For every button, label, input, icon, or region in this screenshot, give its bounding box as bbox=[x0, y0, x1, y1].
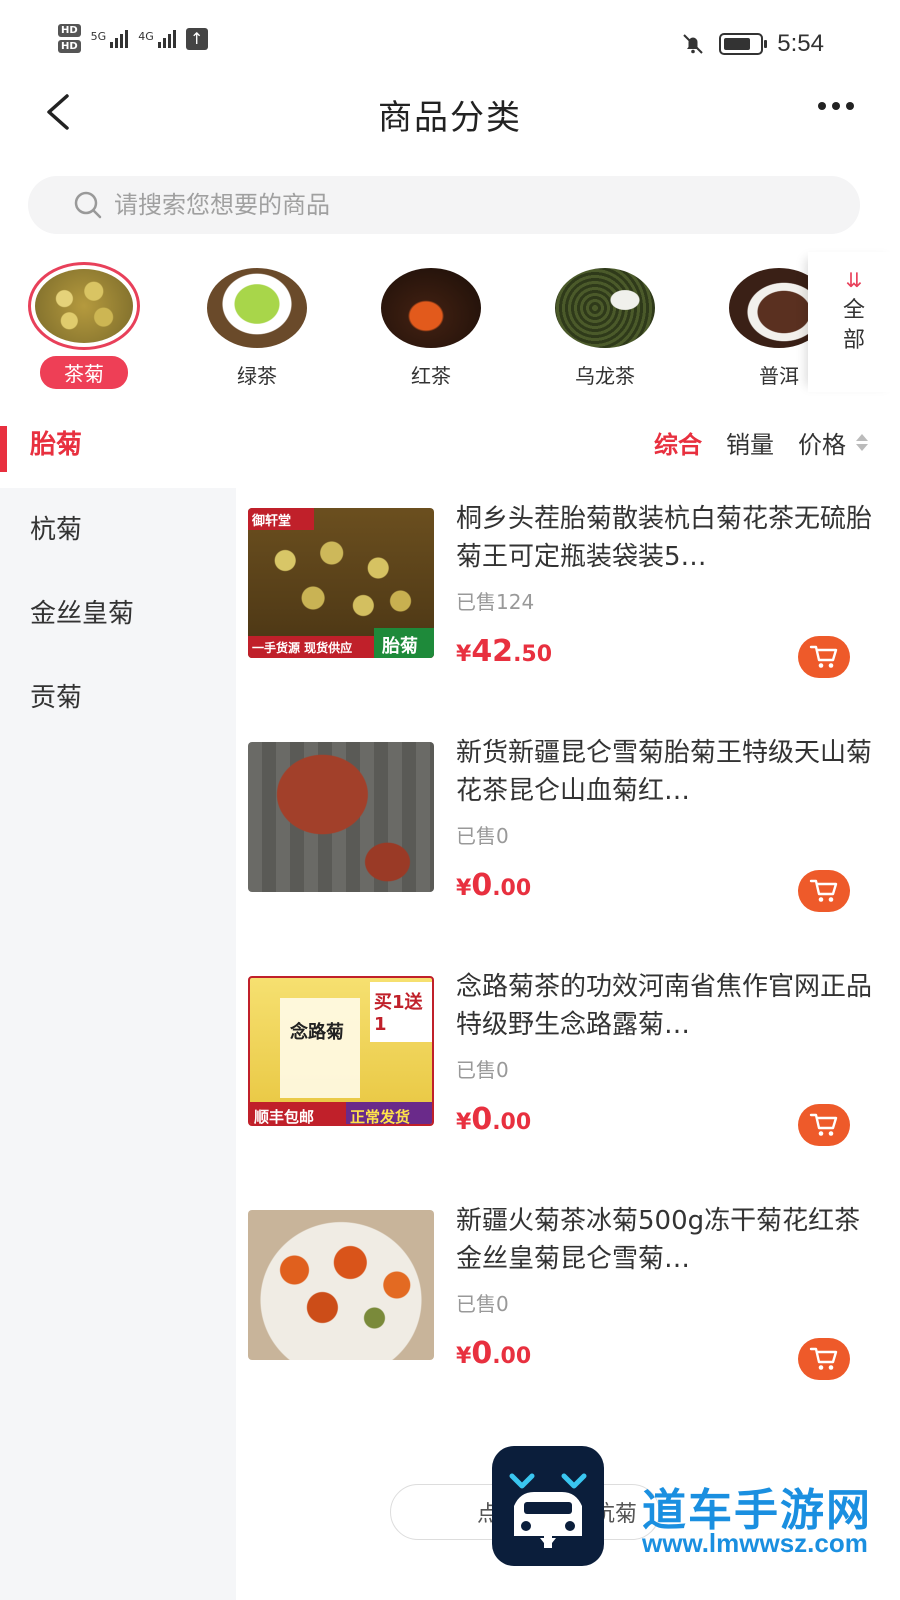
category-image bbox=[207, 268, 307, 348]
header: 商品分类 bbox=[0, 80, 900, 144]
category-label: 普洱 bbox=[759, 364, 799, 388]
clock: 5:54 bbox=[777, 30, 824, 57]
product-title[interactable]: 念路菊茶的功效河南省焦作官网正品特级野生念路露菊… bbox=[456, 968, 876, 1044]
product-price: ¥42.50 bbox=[456, 634, 553, 669]
watermark: 道车手游网 www.lmwwsz.com bbox=[492, 1446, 900, 1600]
cart-icon bbox=[809, 1347, 838, 1370]
product-sold-count: 已售0 bbox=[456, 1058, 509, 1082]
product-image bbox=[248, 1210, 434, 1360]
category-row: 茶菊 绿茶 红茶 乌龙茶 普洱 bbox=[0, 260, 810, 400]
sidebar-item-jinsi-huangju[interactable]: 金丝皇菊 bbox=[0, 572, 236, 656]
watermark-url: www.lmwwsz.com bbox=[642, 1528, 868, 1558]
sort-comprehensive[interactable]: 综合 bbox=[654, 425, 702, 460]
sidebar-item-hang-ju[interactable]: 杭菊 bbox=[0, 488, 236, 572]
status-left: HD HD 5G 4G ↑ bbox=[58, 24, 208, 53]
category-puer-tea[interactable]: 普洱 bbox=[719, 260, 810, 391]
cart-icon bbox=[809, 879, 838, 902]
page-title: 商品分类 bbox=[378, 98, 522, 138]
product-card[interactable]: 新疆火菊茶冰菊500g冻干菊花红茶金丝皇菊昆仑雪菊… 已售0 ¥0.00 bbox=[236, 1188, 900, 1422]
product-title[interactable]: 桐乡头茬胎菊散装杭白菊花茶无硫胎菊王可定瓶装袋装5… bbox=[456, 500, 876, 576]
bell-off-icon bbox=[683, 34, 703, 54]
all-categories-button[interactable]: ⇊ 全 部 bbox=[808, 252, 900, 392]
signal-4g-icon: 4G bbox=[138, 29, 176, 48]
sort-sales[interactable]: 销量 bbox=[726, 425, 774, 460]
hd-icon: HD bbox=[58, 40, 81, 53]
subcategory-sidebar: 胎菊 杭菊 金丝皇菊 贡菊 bbox=[0, 410, 236, 1600]
sort-price[interactable]: 价格 bbox=[798, 425, 868, 460]
sort-list-icon: ⇊ bbox=[845, 268, 863, 292]
cart-icon bbox=[809, 1113, 838, 1136]
product-sold-count: 已售0 bbox=[456, 824, 509, 848]
search-bar[interactable] bbox=[28, 176, 860, 234]
product-image bbox=[248, 742, 434, 892]
sort-price-label: 价格 bbox=[798, 430, 846, 459]
image-brand-text: 念路菊 bbox=[290, 1022, 344, 1043]
category-label: 乌龙茶 bbox=[575, 364, 635, 388]
image-shipping-text: 顺丰包邮 bbox=[254, 1108, 315, 1126]
image-slogan-text: 一手货源 现货供应 bbox=[252, 641, 353, 655]
product-image: 念路菊 买1送1 顺丰包邮 正常发货 bbox=[248, 976, 434, 1126]
add-to-cart-button[interactable] bbox=[798, 870, 850, 912]
product-sold-count: 已售124 bbox=[456, 590, 535, 614]
image-brand-text: 御轩堂 bbox=[252, 514, 292, 529]
search-icon bbox=[74, 191, 102, 219]
status-bar: HD HD 5G 4G ↑ 5:54 bbox=[0, 0, 900, 80]
category-image bbox=[729, 268, 810, 348]
hd-icon: HD bbox=[58, 24, 81, 37]
car-logo-icon bbox=[509, 1473, 587, 1548]
add-to-cart-button[interactable] bbox=[798, 1104, 850, 1146]
sort-arrows-icon bbox=[856, 433, 868, 451]
category-black-tea[interactable]: 红茶 bbox=[371, 260, 491, 391]
product-sold-count: 已售0 bbox=[456, 1292, 509, 1316]
all-label: 全 部 bbox=[842, 298, 865, 353]
category-oolong-tea[interactable]: 乌龙茶 bbox=[545, 260, 665, 391]
category-label: 茶菊 bbox=[40, 356, 128, 389]
image-tag-text: 胎菊 bbox=[382, 636, 418, 657]
add-to-cart-button[interactable] bbox=[798, 636, 850, 678]
sort-bar: 综合 销量 价格 bbox=[236, 410, 900, 474]
hd-indicators: HD HD bbox=[58, 24, 81, 53]
watermark-logo bbox=[492, 1446, 604, 1566]
battery-icon bbox=[719, 33, 768, 55]
image-delivery-text: 正常发货 bbox=[350, 1108, 411, 1126]
category-image bbox=[555, 268, 655, 348]
category-image bbox=[381, 268, 481, 348]
category-green-tea[interactable]: 绿茶 bbox=[197, 260, 317, 391]
category-label: 绿茶 bbox=[237, 364, 277, 388]
category-chrysanthemum-tea[interactable]: 茶菊 bbox=[24, 260, 144, 389]
product-image: 御轩堂 一手货源 现货供应 胎菊 bbox=[248, 508, 434, 658]
product-card[interactable]: 御轩堂 一手货源 现货供应 胎菊 桐乡头茬胎菊散装杭白菊花茶无硫胎菊王可定瓶装袋… bbox=[236, 486, 900, 720]
cart-icon bbox=[809, 645, 838, 668]
category-image bbox=[28, 262, 140, 350]
image-promo-text: 买1送1 bbox=[374, 992, 423, 1035]
product-price: ¥0.00 bbox=[456, 1336, 532, 1371]
category-label: 红茶 bbox=[411, 364, 451, 388]
search-input[interactable] bbox=[114, 191, 860, 219]
product-price: ¥0.00 bbox=[456, 1102, 532, 1137]
product-price: ¥0.00 bbox=[456, 868, 532, 903]
product-card[interactable]: 念路菊 买1送1 顺丰包邮 正常发货 念路菊茶的功效河南省焦作官网正品特级野生念… bbox=[236, 954, 900, 1188]
signal-5g-icon: 5G bbox=[91, 29, 129, 48]
status-right: 5:54 bbox=[681, 30, 824, 58]
battery-fill bbox=[724, 38, 750, 50]
product-title[interactable]: 新货新疆昆仑雪菊胎菊王特级天山菊花茶昆仑山血菊红… bbox=[456, 734, 876, 810]
product-list: 御轩堂 一手货源 现货供应 胎菊 桐乡头茬胎菊散装杭白菊花茶无硫胎菊王可定瓶装袋… bbox=[236, 486, 900, 1422]
add-to-cart-button[interactable] bbox=[798, 1338, 850, 1380]
product-card[interactable]: 新货新疆昆仑雪菊胎菊王特级天山菊花茶昆仑山血菊红… 已售0 ¥0.00 bbox=[236, 720, 900, 954]
sidebar-item-tai-ju[interactable]: 胎菊 bbox=[0, 410, 236, 488]
sidebar-item-gong-ju[interactable]: 贡菊 bbox=[0, 656, 236, 740]
product-title[interactable]: 新疆火菊茶冰菊500g冻干菊花红茶金丝皇菊昆仑雪菊… bbox=[456, 1202, 876, 1278]
more-dots-icon bbox=[818, 102, 826, 110]
more-button[interactable] bbox=[818, 102, 854, 110]
upload-icon: ↑ bbox=[185, 27, 208, 50]
